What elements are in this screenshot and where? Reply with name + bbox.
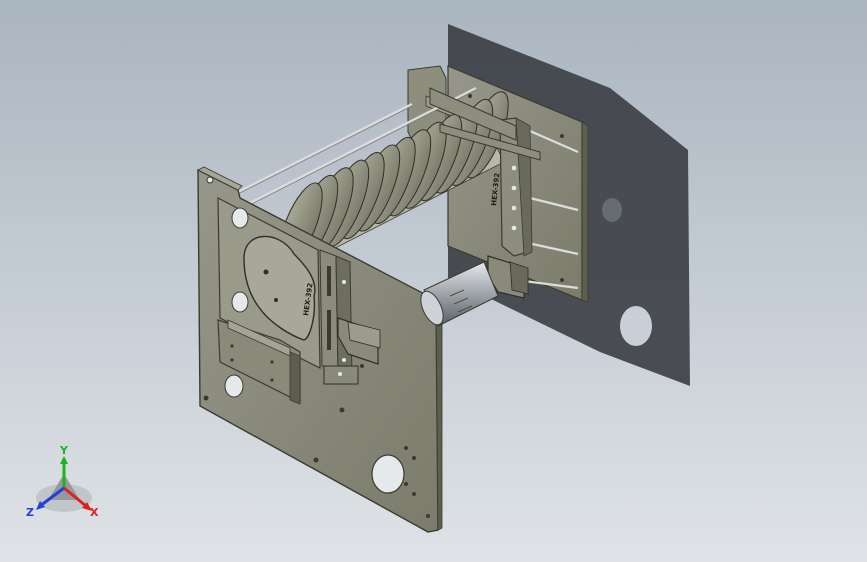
cad-model-view[interactable]: HEX-392 HEX-392: [0, 0, 867, 562]
port-hole-left: [224, 374, 244, 398]
front-slide-rail[interactable]: [319, 249, 353, 379]
graphics-viewport[interactable]: HEX-392 HEX-392 Y X Z: [0, 0, 867, 562]
y-axis-arrow-icon: [60, 456, 68, 464]
z-axis-label: Z: [26, 506, 34, 519]
y-axis-label: Y: [59, 444, 69, 457]
orientation-triad[interactable]: Y X Z: [22, 444, 112, 524]
x-axis-label: X: [90, 506, 99, 519]
large-port-hole: [371, 454, 405, 494]
